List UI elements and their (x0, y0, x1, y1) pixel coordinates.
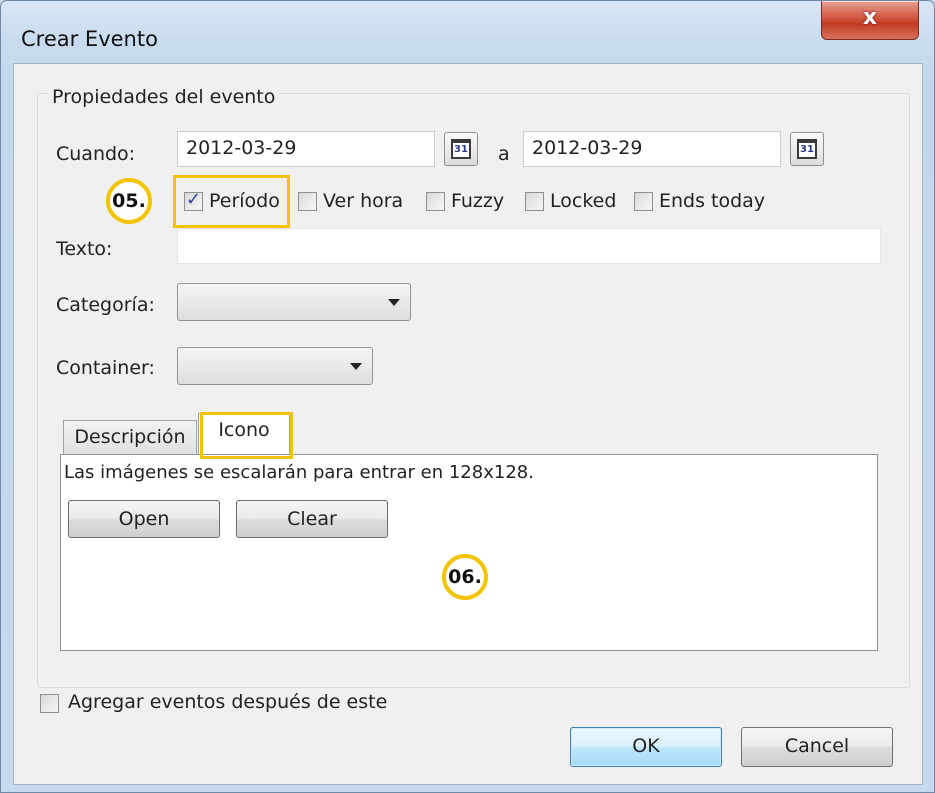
date-separator: a (498, 143, 510, 165)
close-button[interactable]: x (821, 1, 919, 40)
calendar-icon: 31 (797, 139, 817, 159)
clear-button[interactable]: Clear (236, 500, 388, 538)
close-icon: x (862, 5, 878, 30)
text-input[interactable] (177, 228, 881, 264)
cancel-button[interactable]: Cancel (741, 727, 893, 767)
calendar-icon: 31 (451, 139, 471, 159)
add-after-checkbox[interactable] (40, 694, 59, 713)
container-dropdown[interactable] (177, 347, 373, 385)
ver-hora-checkbox[interactable] (298, 192, 317, 211)
add-after-label[interactable]: Agregar eventos después de este (68, 691, 387, 713)
ends-today-checkbox[interactable] (634, 192, 653, 211)
icono-tab-highlight (200, 412, 293, 459)
chevron-down-icon (350, 363, 362, 370)
start-calendar-button[interactable]: 31 (444, 132, 478, 166)
group-title: Propiedades del evento (48, 86, 280, 108)
icon-info-text: Las imágenes se escalarán para entrar en… (64, 462, 534, 483)
icon-tab-panel (60, 454, 878, 651)
start-date-field[interactable]: 2012-03-29 (177, 131, 435, 167)
ver-hora-label[interactable]: Ver hora (323, 190, 403, 212)
container-label: Container: (56, 357, 155, 379)
locked-label[interactable]: Locked (550, 190, 616, 212)
category-dropdown[interactable] (177, 283, 411, 321)
tab-descripcion[interactable]: Descripción (63, 420, 197, 456)
fuzzy-label[interactable]: Fuzzy (451, 190, 504, 212)
fuzzy-checkbox[interactable] (426, 192, 445, 211)
ok-button[interactable]: OK (570, 727, 722, 767)
window-title: Crear Evento (21, 27, 158, 51)
ends-today-label[interactable]: Ends today (659, 190, 765, 212)
periodo-highlight (173, 175, 290, 228)
open-button[interactable]: Open (68, 500, 220, 538)
end-calendar-button[interactable]: 31 (790, 132, 824, 166)
end-date-field[interactable]: 2012-03-29 (523, 131, 781, 167)
when-label: Cuando: (56, 143, 136, 165)
annotation-badge-05: 05. (106, 178, 152, 224)
locked-checkbox[interactable] (525, 192, 544, 211)
annotation-badge-06: 06. (442, 554, 488, 600)
text-label: Texto: (56, 238, 113, 260)
chevron-down-icon (388, 299, 400, 306)
category-label: Categoría: (56, 294, 155, 316)
